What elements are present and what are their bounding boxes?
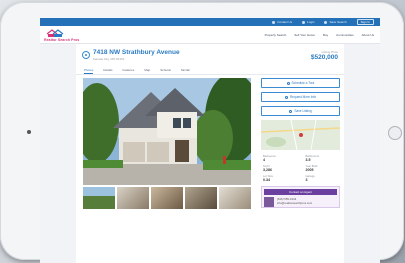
thumbnail-3[interactable]	[151, 187, 183, 209]
stat-bathrooms: Bathrooms 3.5	[305, 154, 320, 162]
listing-stats: Bedrooms 4 Bathrooms 3.5 Sq Ft 3,286 Year B…	[261, 154, 340, 182]
home-button[interactable]	[388, 126, 402, 140]
top-bar: Contact Us Login Save Search Sign In	[40, 18, 380, 26]
listing-header: 7418 NW Strathbury Avenue Kansas City, M…	[76, 44, 344, 66]
heart-icon	[324, 20, 328, 24]
house-photo	[83, 78, 251, 185]
listing-subtitle: Kansas City, MO 64151	[93, 57, 125, 61]
photo-thumbnails	[83, 187, 251, 209]
listing-sidebar: Schedule a Tour Request More Info Save L…	[261, 78, 340, 208]
stat-garage: Garage 3	[305, 174, 315, 182]
address-block: 7418 NW Strathbury Avenue Kansas City, M…	[82, 49, 180, 61]
schedule-tour-button[interactable]: Schedule a Tour	[261, 78, 340, 88]
request-info-button[interactable]: Request More Info	[261, 92, 340, 102]
price-block: Listing Price $520,000	[311, 50, 338, 61]
thumbnail-1[interactable]	[83, 187, 115, 209]
location-map[interactable]	[261, 120, 340, 150]
calendar-icon	[286, 81, 290, 85]
house-logo-icon	[46, 28, 64, 37]
nav-menu: Property Search Sell Your Home Buy Commu…	[265, 33, 374, 37]
nav-item-communities[interactable]: Communities	[336, 33, 354, 37]
logo-text: Realtor Search Pros	[44, 37, 80, 42]
tab-details[interactable]: Details	[103, 67, 112, 73]
stat-lot: Lot Size 0.34	[263, 174, 274, 182]
topbar-link-login[interactable]: Login	[302, 20, 314, 24]
tab-similar[interactable]: Similar	[181, 67, 190, 73]
thumbnail-4[interactable]	[185, 187, 217, 209]
listing-address: 7418 NW Strathbury Avenue	[93, 49, 180, 56]
thumbnail-5[interactable]	[219, 187, 251, 209]
contact-agent-button[interactable]: Contact an Agent	[264, 189, 337, 195]
save-listing-button[interactable]: Save Listing	[261, 106, 340, 116]
listing-price: $520,000	[310, 53, 338, 61]
nav-item-about[interactable]: About Us	[362, 33, 374, 37]
info-icon	[284, 95, 288, 99]
stat-year: Year Built 2005	[305, 164, 318, 172]
tablet-frame: Contact Us Login Save Search Sign In Rea…	[0, 2, 404, 263]
agent-email[interactable]: info@realtorsearchpros.com	[277, 201, 312, 206]
stat-sqft: Sq Ft 3,286	[263, 164, 272, 172]
camera	[27, 130, 31, 134]
main-nav: Realtor Search Pros Property Search Sell…	[40, 26, 380, 44]
signin-button[interactable]: Sign In	[356, 19, 374, 25]
topbar-link-save[interactable]: Save Search	[324, 20, 347, 24]
agent-card: Contact an Agent (816) 555-0143 info@rea…	[261, 186, 340, 208]
site-logo[interactable]: Realtor Search Pros	[44, 28, 79, 42]
nav-item-buy[interactable]: Buy	[323, 33, 328, 37]
thumbnail-2[interactable]	[117, 187, 149, 209]
tab-photos[interactable]: Photos	[84, 67, 94, 74]
browser-screen: Contact Us Login Save Search Sign In Rea…	[40, 18, 380, 263]
tab-schools[interactable]: Schools	[160, 67, 171, 73]
user-icon	[302, 20, 306, 24]
location-pin-icon	[82, 51, 90, 59]
nav-item-sell[interactable]: Sell Your Home	[294, 33, 315, 37]
tab-features[interactable]: Features	[123, 67, 135, 73]
listing-tabs: Photos Details Features Map Schools Simi…	[76, 66, 344, 75]
map-tiles	[261, 120, 340, 150]
phone-icon	[272, 20, 276, 24]
stat-bedrooms: Bedrooms 4	[263, 154, 276, 162]
nav-item-search[interactable]: Property Search	[265, 33, 287, 37]
agent-avatar	[264, 197, 274, 207]
tab-map[interactable]: Map	[144, 67, 150, 73]
topbar-link-contact[interactable]: Contact Us	[272, 20, 292, 24]
heart-icon	[289, 109, 293, 113]
listing-card: 7418 NW Strathbury Avenue Kansas City, M…	[76, 44, 344, 263]
main-listing-photo[interactable]	[83, 78, 251, 185]
